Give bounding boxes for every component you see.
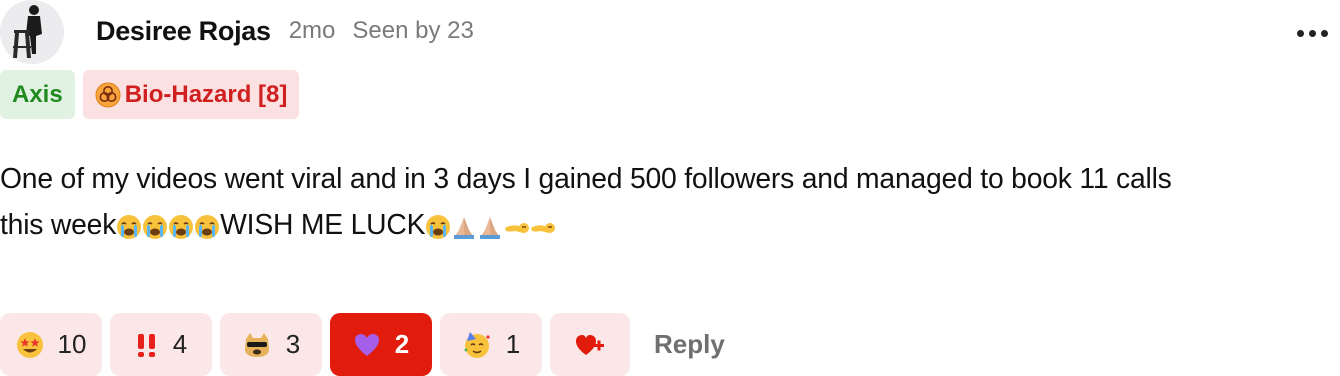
loudly-crying-face-icon <box>143 215 168 239</box>
star-struck-emoji-icon <box>16 331 43 358</box>
loudly-crying-face-icon <box>426 215 451 239</box>
loudly-crying-face-icon <box>195 215 220 239</box>
tag-label: Bio-Hazard [8] <box>124 80 288 108</box>
reaction-double-exclamation[interactable]: 4 <box>110 313 212 376</box>
more-options-button[interactable] <box>1288 18 1328 48</box>
tag-bio-hazard[interactable]: Bio-Hazard [8] <box>82 70 300 119</box>
tag-axis[interactable]: Axis <box>0 70 75 119</box>
post-text-line-1: One of my videos went viral and in 3 day… <box>0 162 1172 194</box>
reaction-star-struck[interactable]: 10 <box>0 313 102 376</box>
reaction-bar: 10 4 3 2 1 Reply <box>0 313 725 376</box>
avatar-image <box>0 0 64 64</box>
biohazard-icon <box>95 82 121 107</box>
loudly-crying-face-icon <box>117 215 142 239</box>
reaction-count: 4 <box>172 329 188 359</box>
post-age: 2mo <box>288 17 336 44</box>
avatar[interactable] <box>0 0 64 64</box>
reaction-count: 3 <box>285 329 301 359</box>
reply-button[interactable]: Reply <box>654 329 725 360</box>
partying-face-emoji-icon <box>464 331 490 358</box>
reaction-doge[interactable]: 3 <box>220 313 322 376</box>
loudly-crying-face-icon <box>169 215 194 239</box>
reaction-count: 2 <box>394 329 410 359</box>
author-name[interactable]: Desiree Rojas <box>96 16 271 47</box>
reaction-count: 1 <box>505 329 521 359</box>
seen-count[interactable]: Seen by 23 <box>352 17 473 45</box>
add-reaction-button[interactable] <box>550 313 630 376</box>
dot <box>1309 29 1316 37</box>
heart-plus-icon <box>576 334 604 355</box>
folded-hands-icon <box>480 217 501 239</box>
dot <box>1321 29 1328 37</box>
post-header: Desiree Rojas 2mo Seen by 23 <box>96 10 474 52</box>
reaction-purple-heart[interactable]: 2 <box>330 313 432 376</box>
post-text-line-2: this week WISH ME LUCK <box>0 201 1340 247</box>
reaction-count: 10 <box>57 329 87 359</box>
doge-sunglasses-emoji-icon <box>244 332 269 357</box>
post-body: One of my videos went viral and in 3 day… <box>0 155 1340 247</box>
reaction-partying-face[interactable]: 1 <box>440 313 542 376</box>
tag-label: Axis <box>12 80 63 108</box>
folded-hands-icon <box>454 217 475 239</box>
double-exclamation-emoji-icon <box>137 333 155 357</box>
dot <box>1297 29 1304 37</box>
saluting-hand-icon <box>531 223 556 233</box>
post-text-segment: this week <box>0 208 117 240</box>
saluting-hand-icon <box>505 223 530 233</box>
post-tags: Axis Bio-Hazard [8] <box>0 70 300 119</box>
post-text-segment: WISH ME LUCK <box>220 208 426 240</box>
purple-heart-emoji-icon <box>354 333 379 356</box>
